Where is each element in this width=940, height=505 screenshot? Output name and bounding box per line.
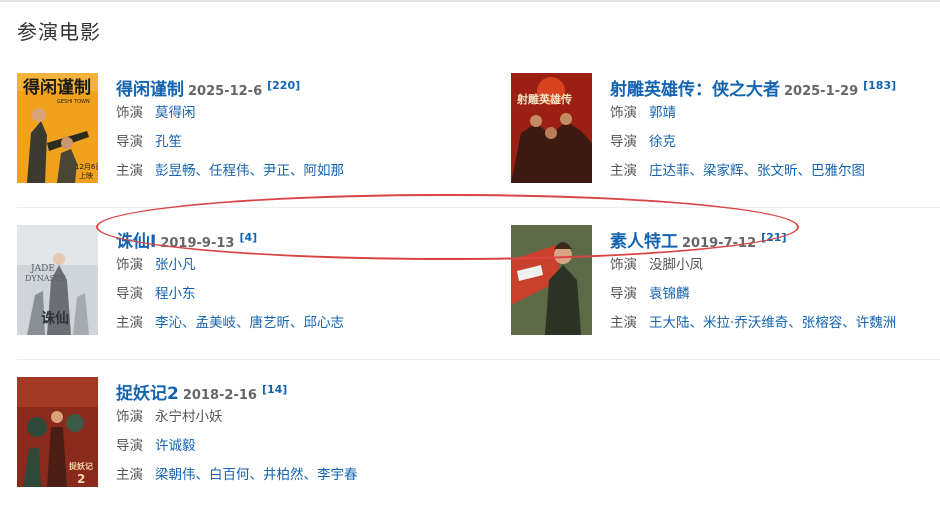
section-title: 参演电影: [17, 20, 101, 44]
role-link[interactable]: 张小凡: [155, 257, 196, 273]
role-label: 饰演: [610, 105, 637, 121]
cast-links[interactable]: 彭昱畅、任程伟、尹正、阿如那: [155, 163, 344, 179]
director-label: 导演: [116, 438, 143, 454]
count-link[interactable]: [183]: [863, 79, 896, 92]
movie-title-link[interactable]: 得闲谨制: [116, 80, 184, 100]
director-label: 导演: [610, 134, 637, 150]
director-label: 导演: [610, 286, 637, 302]
movie-poster[interactable]: JADE DYNASTY 诛仙: [17, 225, 98, 335]
cast-label: 主演: [116, 315, 143, 331]
release-date: 2019-9-13: [160, 236, 235, 251]
cast-label: 主演: [116, 163, 143, 179]
cast-links[interactable]: 庄达菲、梁家辉、张文昕、巴雅尔图: [649, 163, 865, 179]
poster-subtitle: GESHI TOWN: [57, 99, 90, 105]
movie-card: 素人特工 2019-7-12 [21] 饰演 没脚小凤 导演 袁锦麟 主演 王大陆、米拉·…: [511, 225, 940, 340]
movie-card: JADE DYNASTY 诛仙 诛仙Ⅰ 2019-9-13 [4] 饰演 张小凡 导演…: [17, 225, 457, 340]
release-date: 2019-7-12: [682, 236, 757, 251]
poster-title: 诛仙: [41, 310, 69, 327]
top-border: [0, 0, 940, 2]
movie-poster[interactable]: 捉妖记 2: [17, 377, 98, 487]
cast-links[interactable]: 王大陆、米拉·乔沃维奇、张榕容、许魏洲: [649, 315, 896, 331]
movie-title-link[interactable]: 诛仙Ⅰ: [116, 232, 156, 252]
role-text: 没脚小凤: [649, 257, 703, 273]
release-date: 2025-12-6: [188, 84, 263, 99]
role-link[interactable]: 莫得闲: [155, 105, 196, 121]
director-label: 导演: [116, 134, 143, 150]
director-link[interactable]: 徐克: [649, 134, 676, 150]
role-label: 饰演: [116, 105, 143, 121]
poster-title: 得闲谨制: [22, 77, 91, 98]
director-link[interactable]: 孔笙: [155, 134, 182, 150]
role-label: 饰演: [116, 257, 143, 273]
poster-title-en: JADE: [30, 264, 55, 274]
poster-title: 射雕英雄传: [516, 92, 572, 106]
cast-label: 主演: [610, 163, 637, 179]
role-link[interactable]: 郭靖: [649, 105, 676, 121]
count-link[interactable]: [21]: [761, 231, 786, 244]
role-label: 饰演: [610, 257, 637, 273]
row-divider: [17, 207, 940, 208]
count-link[interactable]: [14]: [262, 383, 287, 396]
count-link[interactable]: [220]: [267, 79, 300, 92]
cast-links[interactable]: 李沁、孟美岐、唐艺昕、邱心志: [155, 315, 344, 331]
director-link[interactable]: 袁锦麟: [649, 286, 690, 302]
movie-poster[interactable]: 得闲谨制 GESHI TOWN 12月6日 上映: [17, 73, 98, 183]
movie-card: 得闲谨制 GESHI TOWN 12月6日 上映 得闲谨制 2025-12-6 [2…: [17, 73, 457, 188]
director-link[interactable]: 程小东: [155, 286, 196, 302]
poster-subtitle-en: DYNASTY: [25, 274, 66, 283]
poster-date: 12月6日: [75, 163, 98, 171]
movie-title-link[interactable]: 捉妖记2: [116, 384, 179, 404]
movie-poster[interactable]: 射雕英雄传: [511, 73, 592, 183]
director-link[interactable]: 许诚毅: [155, 438, 196, 454]
count-link[interactable]: [4]: [239, 231, 257, 244]
release-date: 2018-2-16: [182, 388, 257, 403]
director-label: 导演: [116, 286, 143, 302]
movie-title-link[interactable]: 素人特工: [610, 232, 678, 252]
cast-links[interactable]: 梁朝伟、白百何、井柏然、李宇春: [155, 467, 358, 483]
role-text: 永宁村小妖: [155, 409, 223, 425]
movie-poster[interactable]: [511, 225, 592, 335]
cast-label: 主演: [116, 467, 143, 483]
poster-release: 上映: [79, 171, 93, 180]
row-divider: [17, 359, 940, 360]
role-label: 饰演: [116, 409, 143, 425]
movie-card: 射雕英雄传 射雕英雄传：侠之大者 2025-1-29 [183] 饰演 郭靖 导演 徐克…: [511, 73, 940, 188]
release-date: 2025-1-29: [784, 84, 859, 99]
poster-title: 捉妖记: [69, 461, 93, 471]
movie-title-link[interactable]: 射雕英雄传：侠之大者: [610, 80, 780, 100]
movie-card: 捉妖记 2 捉妖记2 2018-2-16 [14] 饰演 永宁村小妖 导演 许诚毅 主演…: [17, 377, 457, 492]
poster-number: 2: [77, 472, 85, 486]
cast-label: 主演: [610, 315, 637, 331]
